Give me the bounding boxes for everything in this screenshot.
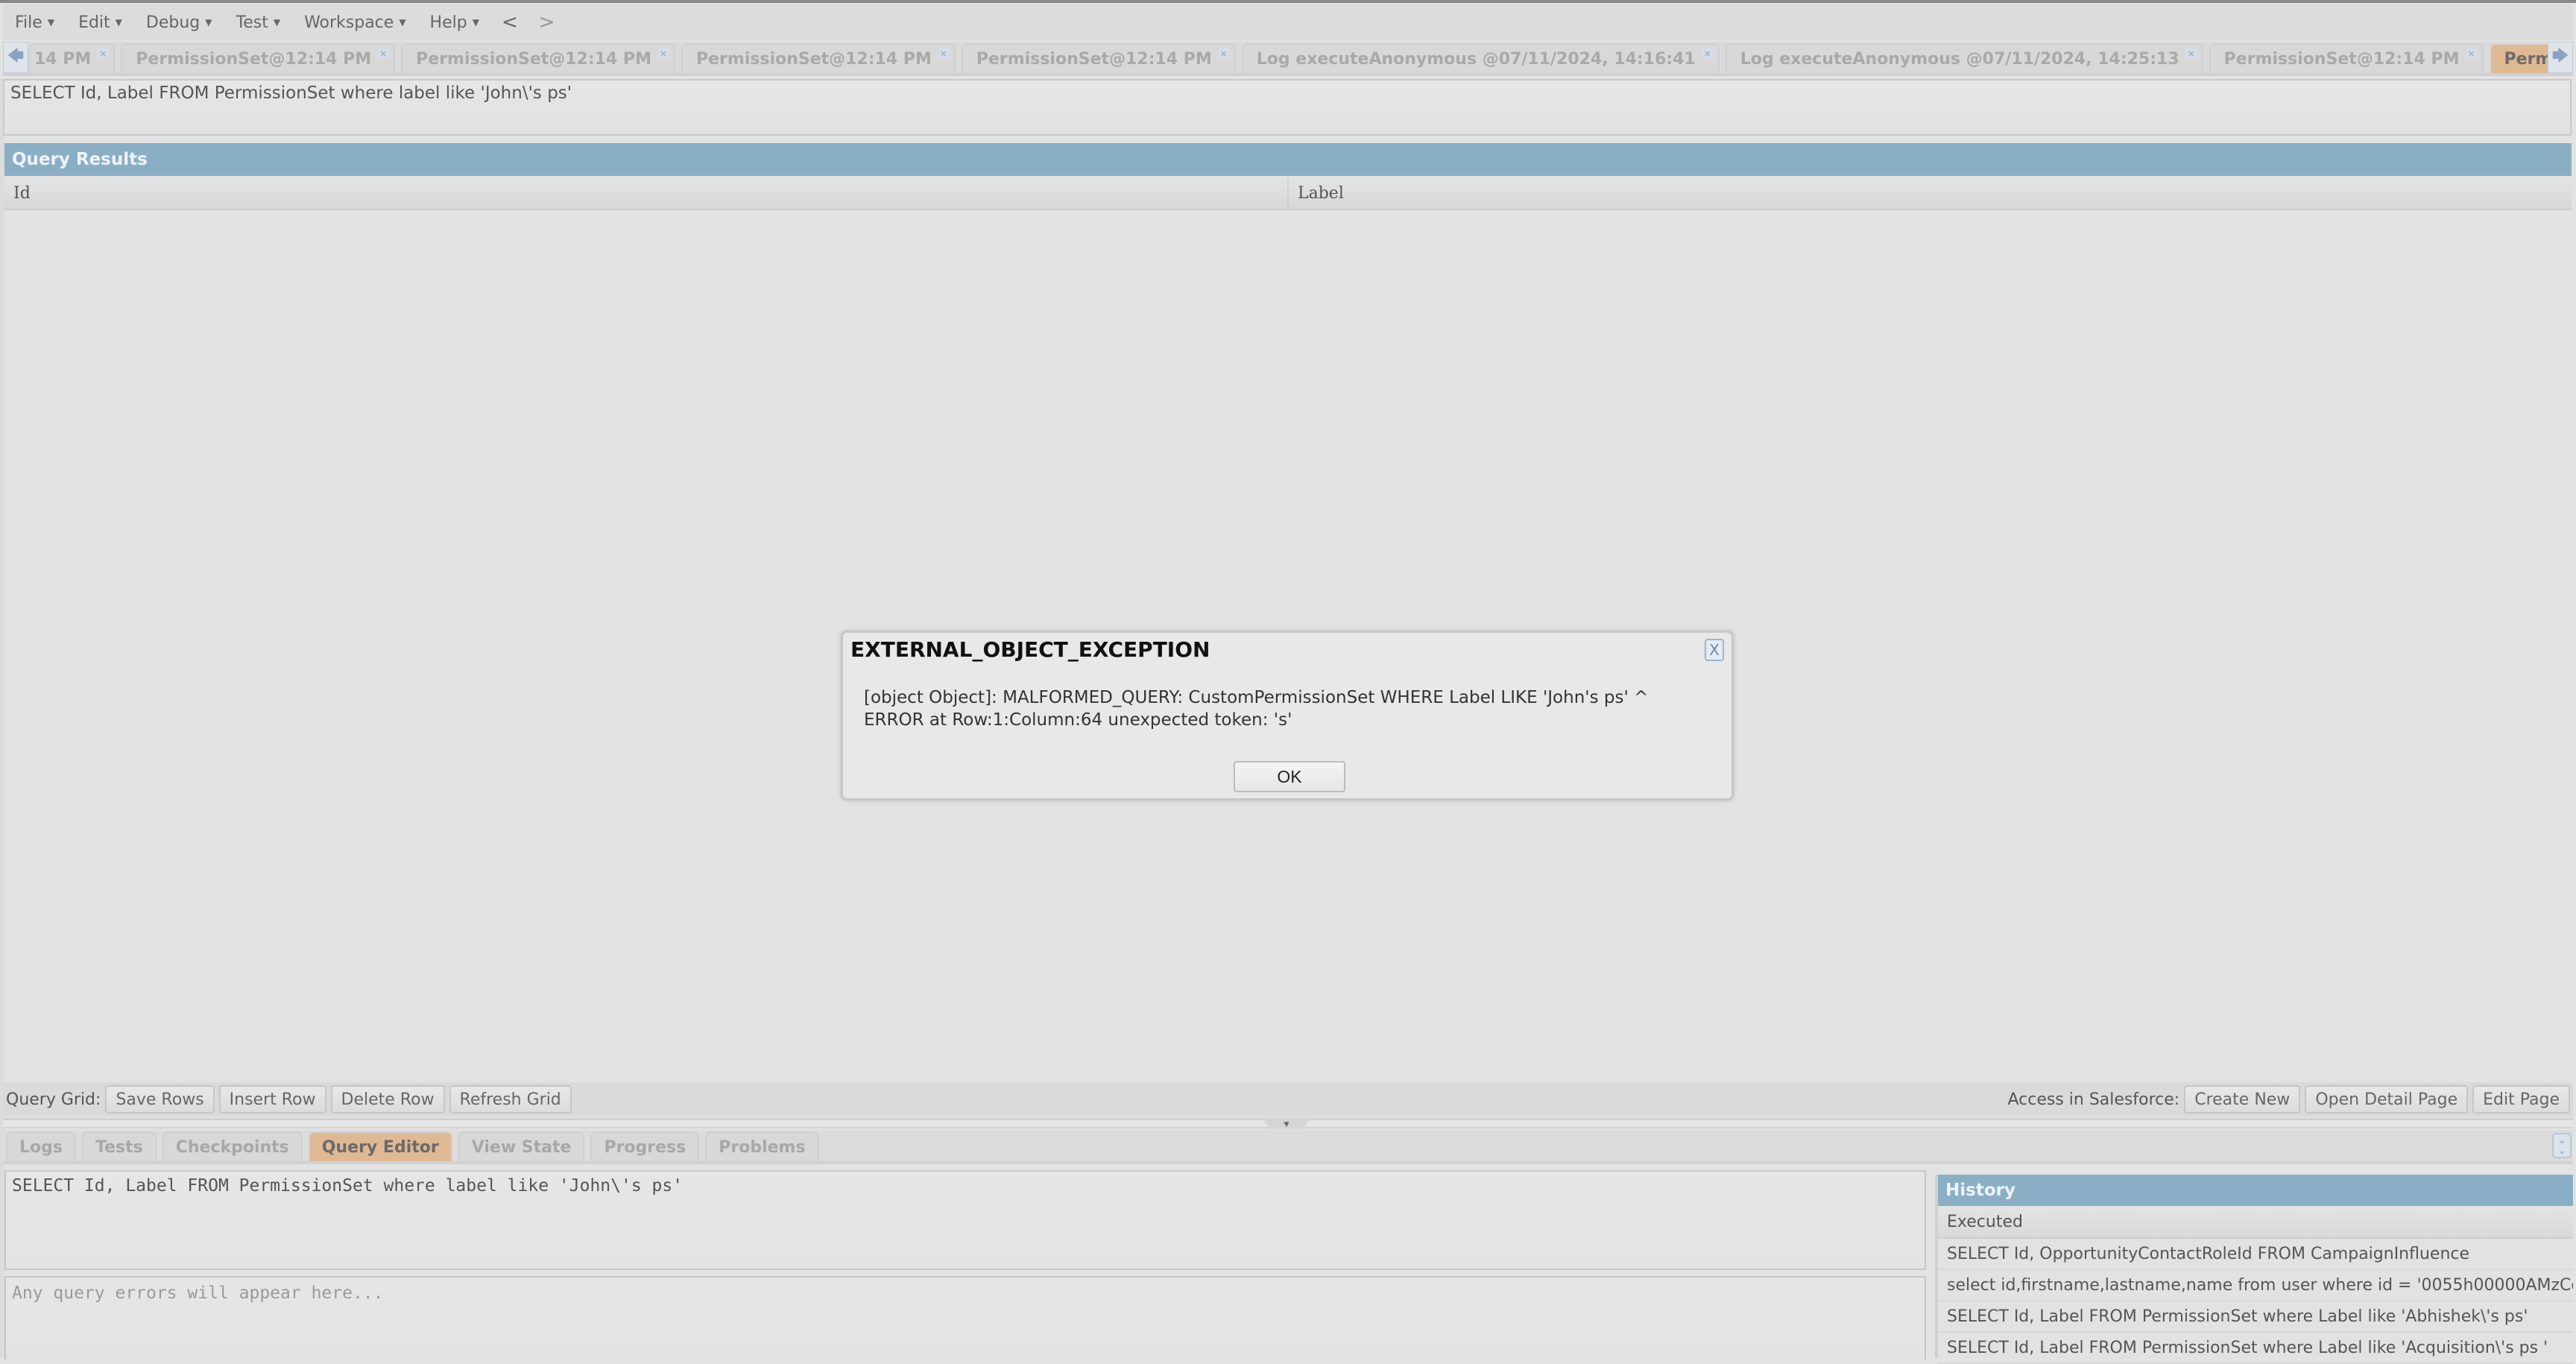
query-results-header: Query Results (4, 143, 2572, 176)
history-row[interactable]: SELECT Id, OpportunityContactRoleId FROM… (1938, 1239, 2573, 1270)
caret-down-icon: ▼ (115, 17, 122, 28)
query-grid-label: Query Grid: (6, 1090, 101, 1109)
editor-tab[interactable]: Log executeAnonymous @07/11/2024, 14:16:… (1241, 43, 1720, 73)
editor-tab[interactable]: PermissionSet@12:14 PM × (121, 43, 396, 73)
caret-down-icon: ▼ (205, 17, 212, 28)
editor-tab-label: PermissionSet@12:14 PM (976, 49, 1212, 69)
collapse-panel-button[interactable]: ⌄ ⌄ (2552, 1133, 2572, 1158)
tab-close-icon[interactable]: × (657, 48, 670, 60)
editor-tab[interactable]: PermissionSet@12:14 PM × (401, 43, 676, 73)
editor-tab[interactable]: Log executeAnonymous @07/11/2024, 14:25:… (1725, 43, 2203, 73)
insert-row-button[interactable]: Insert Row (218, 1085, 326, 1114)
bottom-tab-query-editor[interactable]: Query Editor (308, 1131, 452, 1161)
menu-test-label: Test (236, 13, 268, 32)
editor-tab-label: PermissionSet@12:14 PM (696, 49, 932, 69)
dialog-message: [object Object]: MALFORMED_QUERY: Custom… (864, 688, 1649, 730)
menu-help-label: Help (429, 13, 467, 32)
menu-file[interactable]: File ▼ (3, 13, 66, 32)
delete-row-button[interactable]: Delete Row (330, 1085, 445, 1114)
ok-button[interactable]: OK (1234, 761, 1345, 792)
caret-down-icon: ▼ (273, 17, 281, 28)
history-column-executed[interactable]: Executed (1938, 1206, 2573, 1239)
history-panel: History Executed SELECT Id, OpportunityC… (1935, 1175, 2573, 1364)
editor-tabs: 14 PM × PermissionSet@12:14 PM × PermissionS… (28, 42, 2548, 73)
menu-bar: File ▼ Edit ▼ Debug ▼ Test ▼ Workspace ▼ Help… (3, 4, 2573, 40)
menu-test[interactable]: Test ▼ (224, 13, 293, 32)
tab-close-icon[interactable]: × (1217, 48, 1230, 60)
splitter-collapse-handle[interactable]: ▼ (1264, 1120, 1309, 1129)
nav-back-button[interactable]: < (491, 11, 528, 34)
history-row[interactable]: select id,firstname,lastname,name from u… (1938, 1270, 2573, 1301)
tab-close-icon[interactable]: × (377, 48, 390, 60)
tab-close-icon[interactable]: × (937, 48, 950, 60)
editor-tab[interactable]: PermissionSet@12:14 PM × (2209, 43, 2484, 73)
menu-workspace[interactable]: Workspace ▼ (292, 13, 417, 32)
error-dialog: EXTERNAL_OBJECT_EXCEPTION X [object Obje… (841, 631, 1734, 801)
menu-edit[interactable]: Edit ▼ (66, 13, 134, 32)
query-errors-output[interactable] (4, 1276, 1926, 1360)
tab-close-icon[interactable]: × (2185, 48, 2197, 60)
caret-down-icon: ▼ (399, 17, 406, 28)
window-top-border (0, 0, 2576, 3)
bottom-tab-checkpoints[interactable]: Checkpoints (162, 1131, 303, 1161)
menu-file-label: File (15, 13, 42, 32)
tab-close-icon[interactable]: × (2465, 48, 2478, 60)
tab-scroll-left-icon[interactable]: 🡄 (3, 42, 28, 73)
results-grid-header: Id Label (4, 177, 2572, 210)
editor-tab[interactable]: PermissionSet@12:14 PM × (681, 43, 956, 73)
bottom-tab-tests[interactable]: Tests (81, 1131, 157, 1161)
editor-tab-label: 14 PM (34, 49, 92, 69)
editor-tab-label: PermissionSet@12:14 PM (136, 49, 372, 69)
editor-tab-label: Log executeAnonymous @07/11/2024, 14:16:… (1256, 49, 1696, 69)
close-icon[interactable]: X (1705, 639, 1724, 661)
history-row[interactable]: SELECT Id, Label FROM PermissionSet wher… (1938, 1301, 2573, 1333)
create-new-button[interactable]: Create New (2184, 1085, 2301, 1114)
editor-tab[interactable]: 14 PM × (28, 43, 116, 73)
tab-close-icon[interactable]: × (97, 48, 110, 60)
nav-forward-button[interactable]: > (528, 11, 566, 34)
editor-tab[interactable]: PermissionSet@12:14 PM × (961, 43, 1236, 73)
editor-tab-strip: 🡄 14 PM × PermissionSet@12:14 PM × Permissio… (3, 42, 2573, 76)
save-rows-button[interactable]: Save Rows (105, 1085, 215, 1114)
editor-tab-label: PermissionSet@12:14 PM (416, 49, 652, 69)
history-row[interactable]: SELECT Id, Label FROM PermissionSet wher… (1938, 1333, 2573, 1364)
column-header-label[interactable]: Label (1287, 177, 2572, 209)
menu-edit-label: Edit (78, 13, 110, 32)
bottom-panel-tabbar: Logs Tests Checkpoints Query Editor View Sta… (3, 1130, 2573, 1164)
tab-close-icon[interactable]: × (1701, 48, 1714, 60)
menu-debug-label: Debug (145, 13, 201, 32)
menu-debug[interactable]: Debug ▼ (134, 13, 224, 32)
editor-tab-label: PermissionSet@12:14 PM (2504, 49, 2548, 69)
menu-workspace-label: Workspace (304, 13, 394, 32)
bottom-tab-problems[interactable]: Problems (705, 1131, 819, 1161)
caret-down-icon: ▼ (472, 17, 479, 28)
menu-help[interactable]: Help ▼ (418, 13, 491, 32)
caret-down-icon: ▼ (47, 17, 55, 28)
bottom-tab-progress[interactable]: Progress (590, 1131, 700, 1161)
double-chevron-down-icon: ⌄ ⌄ (2557, 1134, 2566, 1157)
triangle-down-icon: ▼ (1284, 1121, 1289, 1128)
top-query-input[interactable]: SELECT Id, Label FROM PermissionSet wher… (3, 79, 2572, 136)
refresh-grid-button[interactable]: Refresh Grid (449, 1085, 572, 1114)
query-editor-input[interactable] (4, 1170, 1926, 1270)
bottom-tab-view-state[interactable]: View State (458, 1131, 585, 1161)
access-in-salesforce-label: Access in Salesforce: (2007, 1090, 2180, 1109)
bottom-tab-logs[interactable]: Logs (6, 1131, 76, 1161)
editor-tab-label: PermissionSet@12:14 PM (2223, 49, 2460, 69)
bottom-tabs: Logs Tests Checkpoints Query Editor View Sta… (6, 1130, 819, 1161)
dialog-title: EXTERNAL_OBJECT_EXCEPTION (850, 637, 1210, 662)
open-detail-page-button[interactable]: Open Detail Page (2305, 1085, 2469, 1114)
column-header-id[interactable]: Id (4, 177, 1287, 209)
edit-page-button[interactable]: Edit Page (2472, 1085, 2570, 1114)
editor-tab-label: Log executeAnonymous @07/11/2024, 14:25:… (1740, 49, 2179, 69)
history-header: History (1938, 1175, 2573, 1206)
tab-scroll-right-icon[interactable]: 🡆 (2548, 42, 2573, 73)
query-grid-toolbar: Query Grid: Save Rows Insert Row Delete … (3, 1082, 2573, 1117)
editor-tab[interactable]: PermissionSet@12:14 PM× (2489, 43, 2548, 73)
